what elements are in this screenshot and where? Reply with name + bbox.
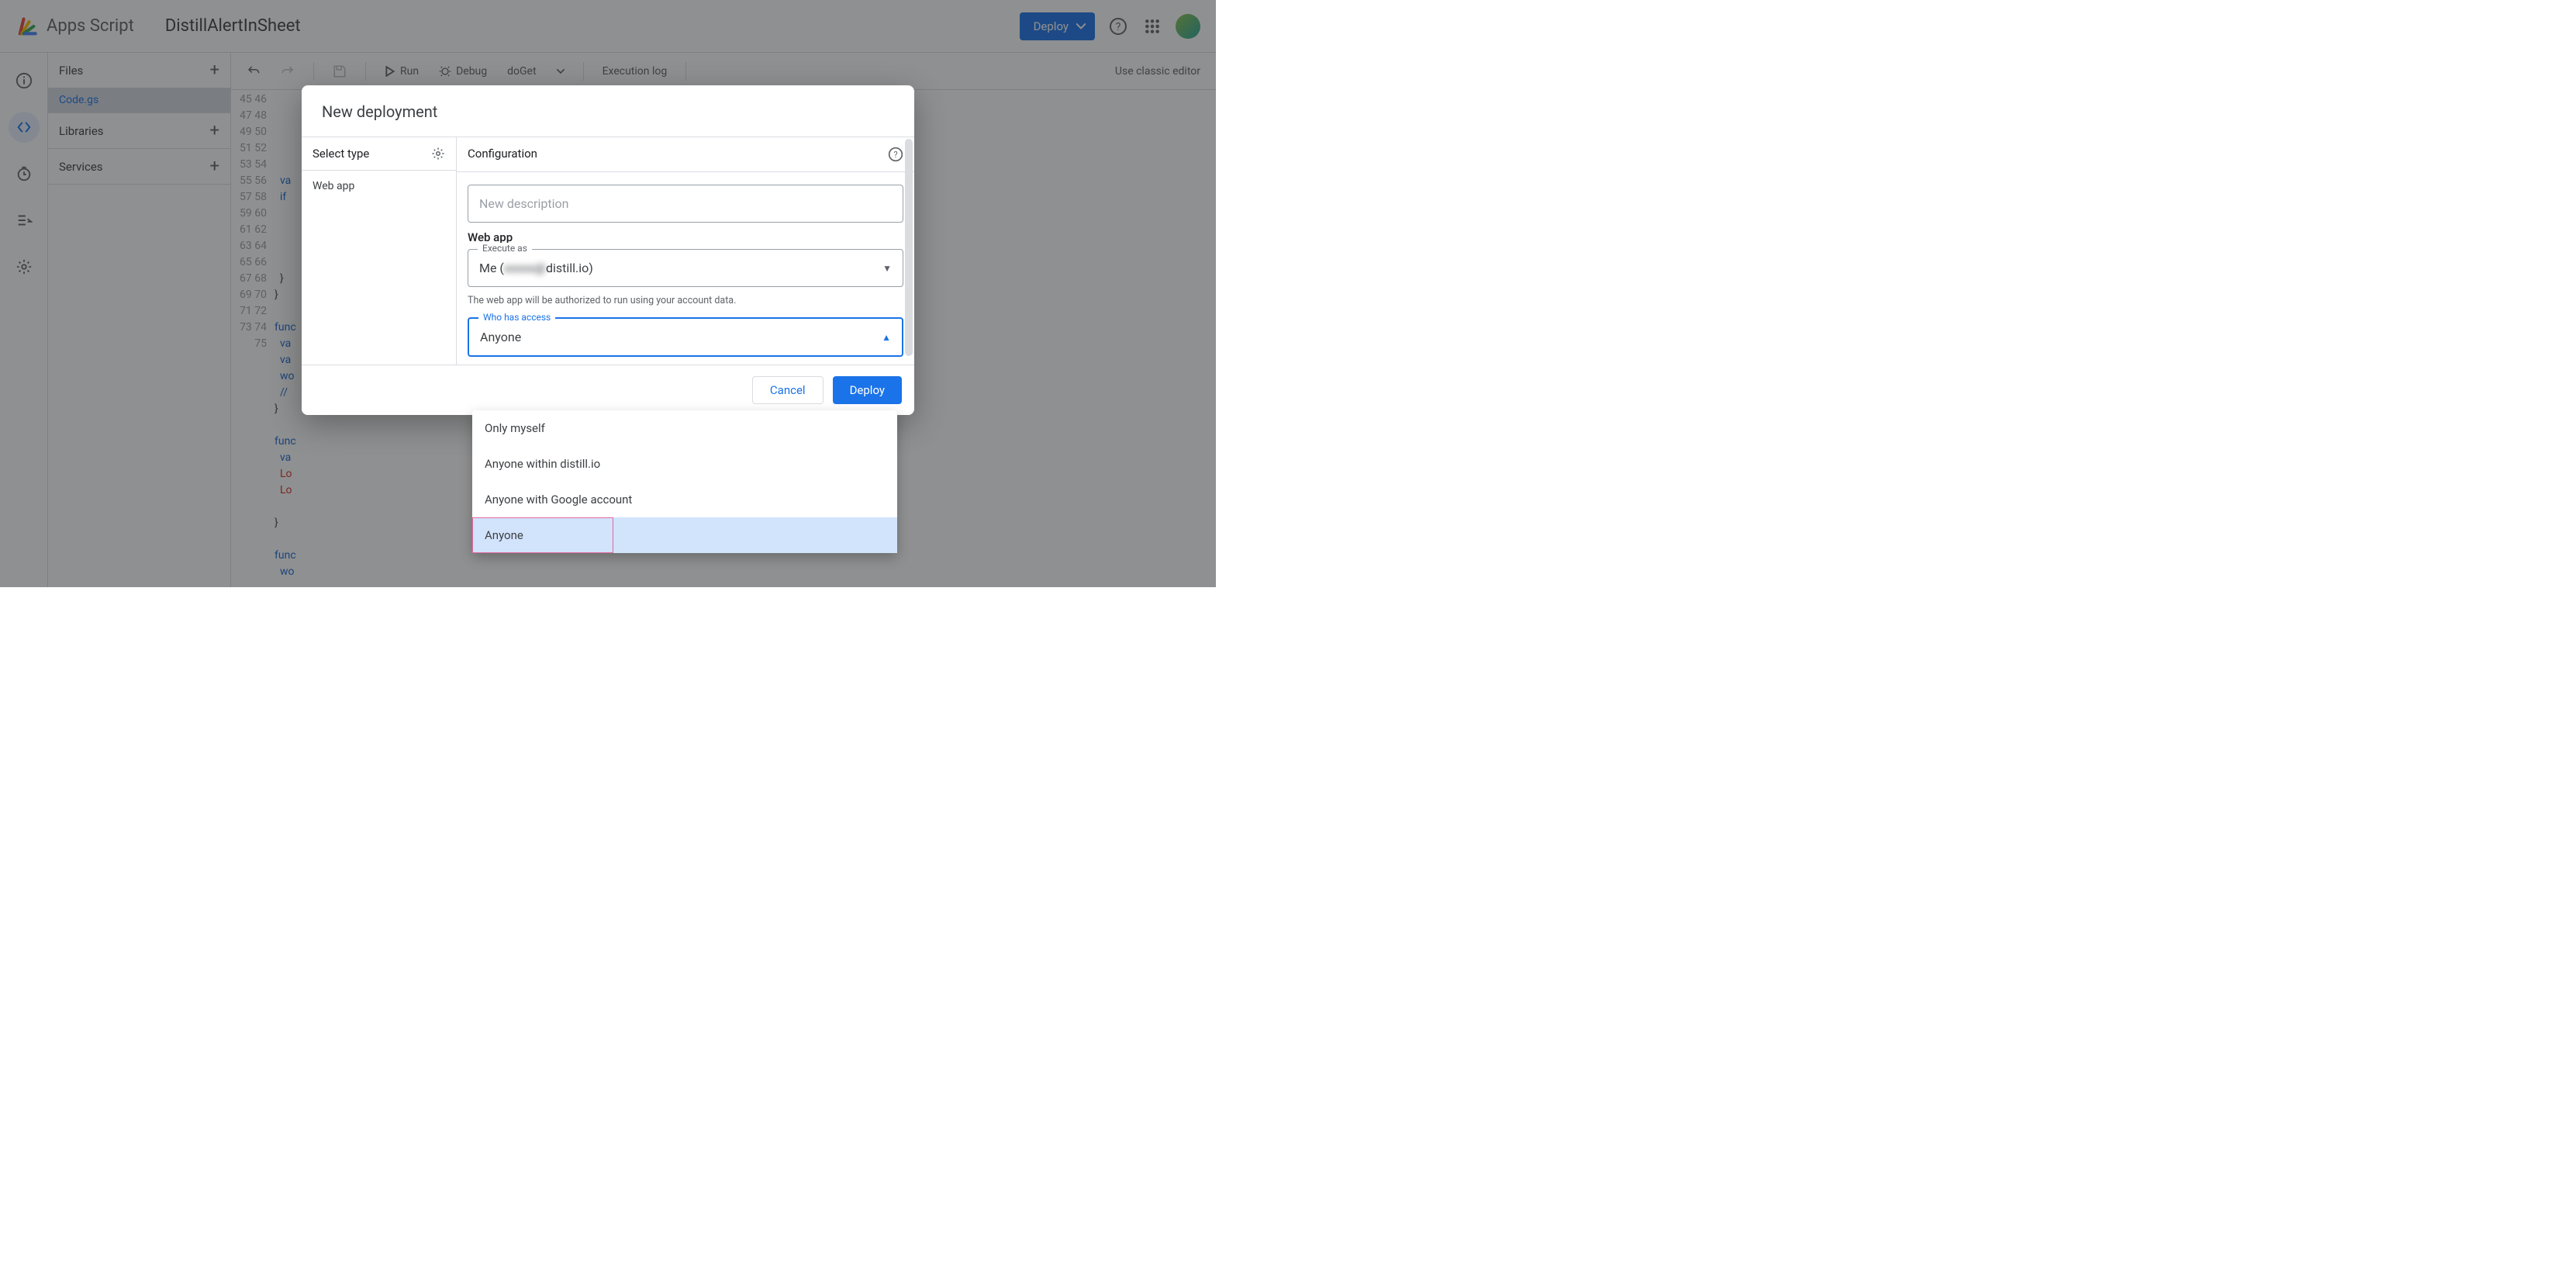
help-circle-icon[interactable]: ? [888, 147, 903, 162]
select-type-label: Select type [313, 147, 369, 161]
type-web-app[interactable]: Web app [302, 171, 456, 202]
access-option-google-account[interactable]: Anyone with Google account [472, 482, 897, 517]
access-option-only-myself[interactable]: Only myself [472, 410, 897, 446]
description-placeholder: New description [479, 196, 568, 211]
chevron-down-icon: ▼ [882, 263, 892, 274]
chevron-up-icon: ▲ [882, 332, 891, 343]
new-deployment-dialog: New deployment Select type Web app Confi… [302, 85, 914, 415]
configuration-header: Configuration ? [457, 137, 914, 172]
dialog-config-panel: Configuration ? New description Web app … [457, 137, 914, 365]
access-dropdown-menu: Only myself Anyone within distill.io Any… [472, 410, 897, 553]
dialog-left-panel: Select type Web app [302, 137, 457, 365]
access-floating-label: Who has access [478, 312, 555, 323]
gear-icon[interactable] [431, 147, 445, 161]
dialog-actions: Cancel Deploy [302, 365, 914, 415]
execute-as-value: Me (xxxxx@distill.io) [479, 261, 593, 275]
execute-as-help-text: The web app will be authorized to run us… [468, 295, 903, 306]
dialog-scrollbar[interactable] [905, 139, 913, 356]
execute-as-select[interactable]: Execute as Me (xxxxx@distill.io) ▼ [468, 249, 903, 287]
webapp-section-label: Web app [468, 230, 903, 244]
select-type-header: Select type [302, 137, 456, 171]
who-has-access-select[interactable]: Who has access Anyone ▲ [468, 317, 903, 357]
access-value: Anyone [480, 330, 521, 344]
access-option-anyone-within[interactable]: Anyone within distill.io [472, 446, 897, 482]
cancel-button[interactable]: Cancel [752, 376, 824, 404]
modal-overlay[interactable]: New deployment Select type Web app Confi… [0, 0, 1216, 587]
description-input[interactable]: New description [468, 185, 903, 223]
configuration-label: Configuration [468, 147, 537, 162]
svg-text:?: ? [893, 150, 897, 160]
execute-as-floating-label: Execute as [478, 243, 532, 254]
deploy-button[interactable]: Deploy [833, 376, 902, 404]
dialog-title: New deployment [302, 85, 914, 137]
access-option-anyone[interactable]: Anyone [472, 517, 613, 553]
